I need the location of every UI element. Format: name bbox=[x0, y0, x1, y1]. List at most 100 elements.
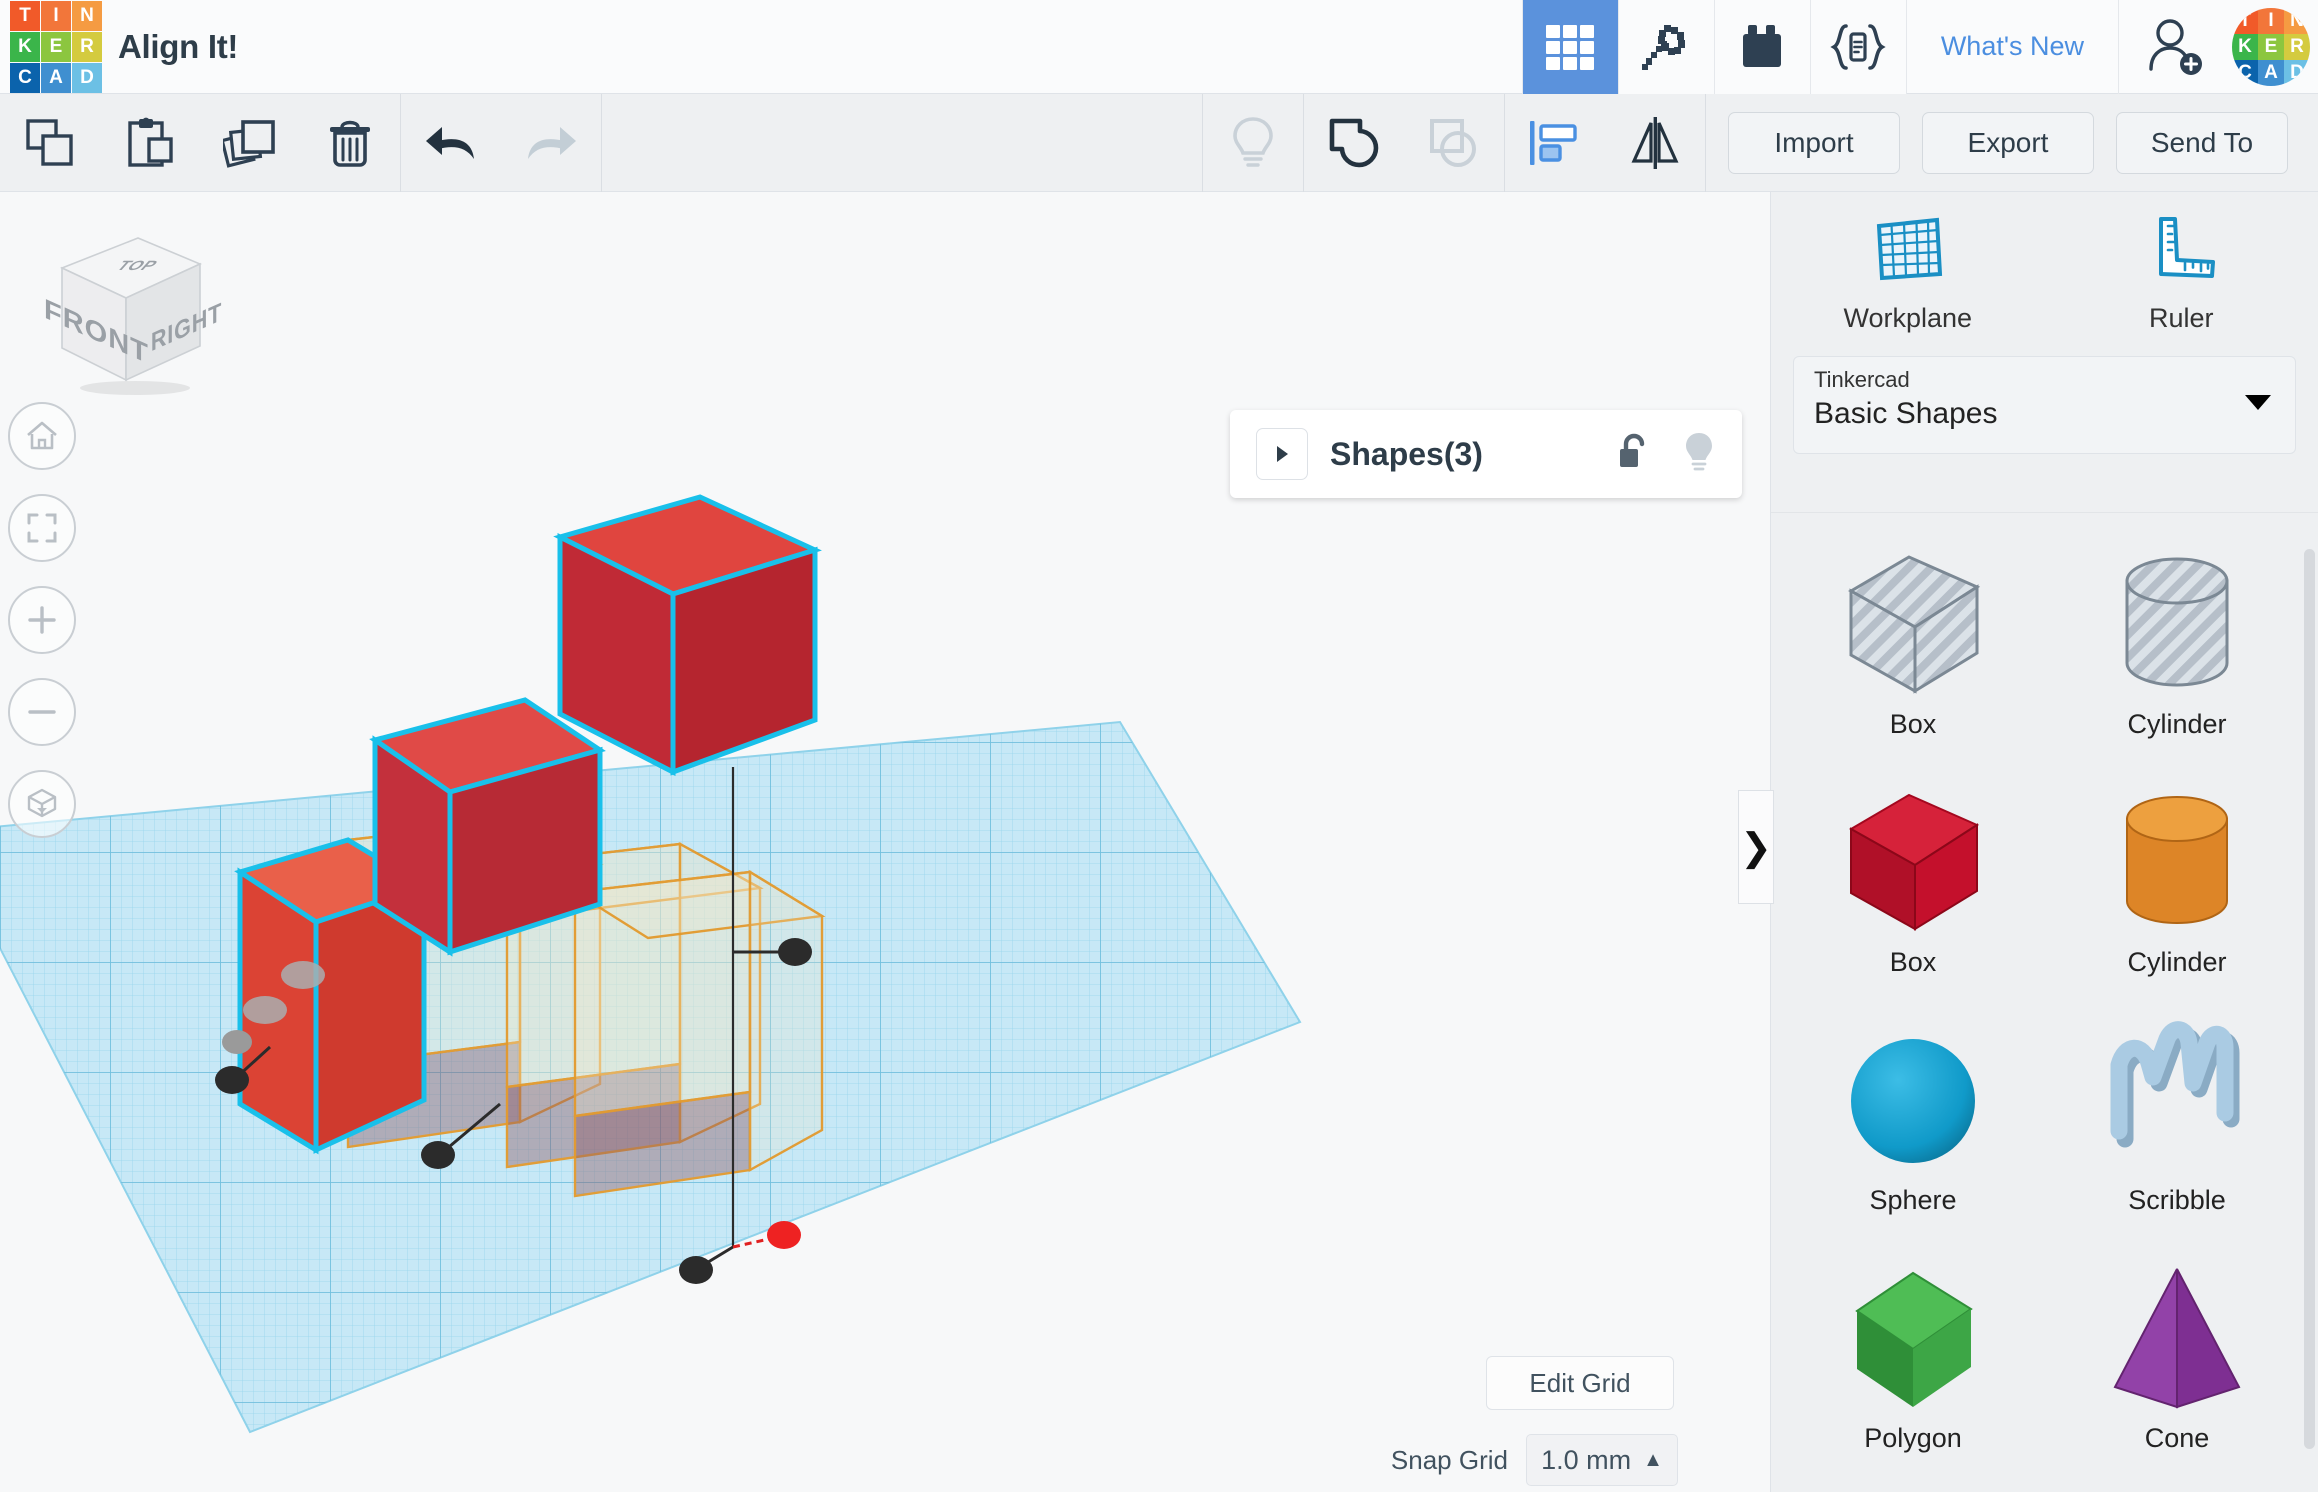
lego-brick-icon[interactable] bbox=[1713, 0, 1810, 94]
avatar-tile: I bbox=[2258, 7, 2284, 34]
tinkercad-logo[interactable]: T I N K E R C A D bbox=[10, 0, 102, 93]
main-toolbar: Import Export Send To bbox=[0, 93, 2318, 192]
align-handle bbox=[421, 1141, 455, 1169]
box-top-selected bbox=[553, 494, 822, 777]
logo-tile: C bbox=[10, 62, 40, 93]
delete-icon[interactable] bbox=[300, 94, 400, 192]
shape-item-box-red[interactable]: Box bbox=[1781, 775, 2045, 1013]
mirror-icon[interactable] bbox=[1605, 94, 1705, 192]
zoom-in-button[interactable] bbox=[8, 586, 76, 654]
codeblocks-icon[interactable] bbox=[1809, 0, 1906, 94]
ruler-icon bbox=[2143, 212, 2219, 291]
shape-library-select[interactable]: Tinkercad Basic Shapes bbox=[1793, 356, 2296, 454]
viewport-nav-controls bbox=[8, 402, 76, 862]
shapes-panel-actions bbox=[1616, 431, 1716, 478]
export-button[interactable]: Export bbox=[1922, 111, 2094, 174]
shape-item-label: Scribble bbox=[2128, 1185, 2226, 1215]
edit-grid-button[interactable]: Edit Grid bbox=[1486, 1356, 1674, 1410]
app-header: T I N K E R C A D Align It! What's New T… bbox=[0, 0, 2318, 94]
workplane-tool-label: Workplane bbox=[1843, 303, 1973, 333]
avatar-tile: R bbox=[2284, 33, 2310, 60]
perspective-toggle-button[interactable] bbox=[8, 770, 76, 838]
zoom-out-button[interactable] bbox=[8, 678, 76, 746]
ungroup-icon[interactable] bbox=[1404, 94, 1504, 192]
shapes-library-panel: Workplane Ruler Tinkercad Basic Shapes B… bbox=[1770, 192, 2318, 1492]
caret-up-icon: ▲ bbox=[1643, 1448, 1663, 1471]
shape-item-label: Box bbox=[1889, 709, 1937, 739]
view-cube[interactable]: FRONT RIGHT TOP bbox=[30, 220, 222, 395]
shape-item-label: Polygon bbox=[1864, 1423, 1962, 1453]
ruler-tool-label: Ruler bbox=[2148, 303, 2214, 333]
shape-item-scribble[interactable]: Scribble bbox=[2045, 1013, 2309, 1251]
avatar-tile: E bbox=[2258, 33, 2284, 60]
shape-item-sphere[interactable]: Sphere bbox=[1781, 1013, 2045, 1251]
logo-tile: E bbox=[41, 31, 71, 62]
shape-list-scrollbar[interactable] bbox=[2304, 549, 2315, 1449]
box-middle-selected bbox=[369, 697, 606, 957]
shape-item-label: Sphere bbox=[1869, 1185, 1957, 1215]
library-value-label: Basic Shapes bbox=[1814, 397, 1998, 430]
logo-tile: T bbox=[10, 0, 40, 31]
snap-grid-select[interactable]: 1.0 mm ▲ bbox=[1526, 1434, 1678, 1486]
avatar-tile: C bbox=[2232, 59, 2258, 86]
home-view-button[interactable] bbox=[8, 402, 76, 470]
library-provider-label: Tinkercad bbox=[1814, 367, 1910, 392]
send-to-button[interactable]: Send To bbox=[2116, 111, 2288, 174]
align-handle bbox=[778, 938, 812, 966]
sphere-icon bbox=[1837, 1013, 1989, 1185]
avatar-tile: T bbox=[2232, 7, 2258, 34]
shape-list[interactable]: Box Cylinder Box Cylinder Sphere Scribbl… bbox=[1771, 512, 2318, 1492]
shapes-panel: Shapes(3) bbox=[1230, 410, 1742, 498]
snap-grid-value: 1.0 mm bbox=[1541, 1444, 1632, 1475]
avatar-tile: A bbox=[2258, 59, 2284, 86]
document-title[interactable]: Align It! bbox=[118, 28, 238, 66]
grid-view-icon[interactable] bbox=[1521, 0, 1618, 94]
shape-item-label: Box bbox=[1889, 947, 1937, 977]
scribble-icon bbox=[2101, 1013, 2253, 1185]
shape-item-cone[interactable]: Cone bbox=[2045, 1251, 2309, 1489]
align-handle-active bbox=[767, 1221, 801, 1249]
fit-to-view-button[interactable] bbox=[8, 494, 76, 562]
avatar-tile: N bbox=[2284, 7, 2310, 34]
minecraft-pickaxe-icon[interactable] bbox=[1617, 0, 1714, 94]
box-icon bbox=[1837, 775, 1989, 947]
panel-collapse-handle[interactable]: ❯ bbox=[1738, 790, 1774, 904]
logo-tile: A bbox=[41, 62, 71, 93]
logo-tile: I bbox=[41, 0, 71, 31]
ruler-tool[interactable]: Ruler bbox=[2045, 212, 2318, 334]
user-avatar[interactable]: T I N K E R C A D bbox=[2232, 7, 2310, 86]
shape-grid: Box Cylinder Box Cylinder Sphere Scribbl… bbox=[1771, 513, 2318, 1489]
import-button[interactable]: Import bbox=[1728, 111, 1900, 174]
avatar-tile: D bbox=[2284, 59, 2310, 86]
polygon-icon bbox=[1837, 1251, 1989, 1423]
logo-tile: N bbox=[72, 0, 102, 31]
shape-item-box-hole[interactable]: Box bbox=[1781, 537, 2045, 775]
ghost-box-3 bbox=[571, 869, 826, 1198]
redo-icon[interactable] bbox=[501, 94, 601, 192]
unlock-icon[interactable] bbox=[1616, 431, 1652, 478]
align-icon[interactable] bbox=[1505, 94, 1605, 192]
3d-viewport[interactable]: FRONT RIGHT TOP Shapes(3) Edit Grid Snap… bbox=[0, 192, 1770, 1492]
chevron-down-icon bbox=[2245, 395, 2271, 410]
snap-grid-label: Snap Grid bbox=[1390, 1444, 1508, 1475]
add-user-icon[interactable] bbox=[2118, 0, 2228, 94]
box-hole-icon bbox=[1837, 537, 1989, 709]
shape-item-polygon[interactable]: Polygon bbox=[1781, 1251, 2045, 1489]
whats-new-link[interactable]: What's New bbox=[1905, 0, 2118, 94]
copy-icon[interactable] bbox=[0, 94, 100, 192]
duplicate-icon[interactable] bbox=[200, 94, 300, 192]
cylinder-hole-icon bbox=[2101, 537, 2253, 709]
cylinder-icon bbox=[2101, 775, 2253, 947]
shape-item-cylinder-orange[interactable]: Cylinder bbox=[2045, 775, 2309, 1013]
toolbar-divider bbox=[1705, 93, 1706, 192]
lightbulb-icon[interactable] bbox=[1203, 94, 1303, 192]
lightbulb-icon[interactable] bbox=[1682, 431, 1716, 478]
workplane-tool[interactable]: Workplane bbox=[1771, 212, 2045, 334]
logo-tile: K bbox=[10, 31, 40, 62]
shape-item-cylinder-hole[interactable]: Cylinder bbox=[2045, 537, 2309, 775]
undo-icon[interactable] bbox=[401, 94, 501, 192]
group-icon[interactable] bbox=[1304, 94, 1404, 192]
chevron-right-icon[interactable] bbox=[1256, 428, 1308, 480]
toolbar-divider bbox=[601, 93, 602, 192]
paste-icon[interactable] bbox=[100, 94, 200, 192]
